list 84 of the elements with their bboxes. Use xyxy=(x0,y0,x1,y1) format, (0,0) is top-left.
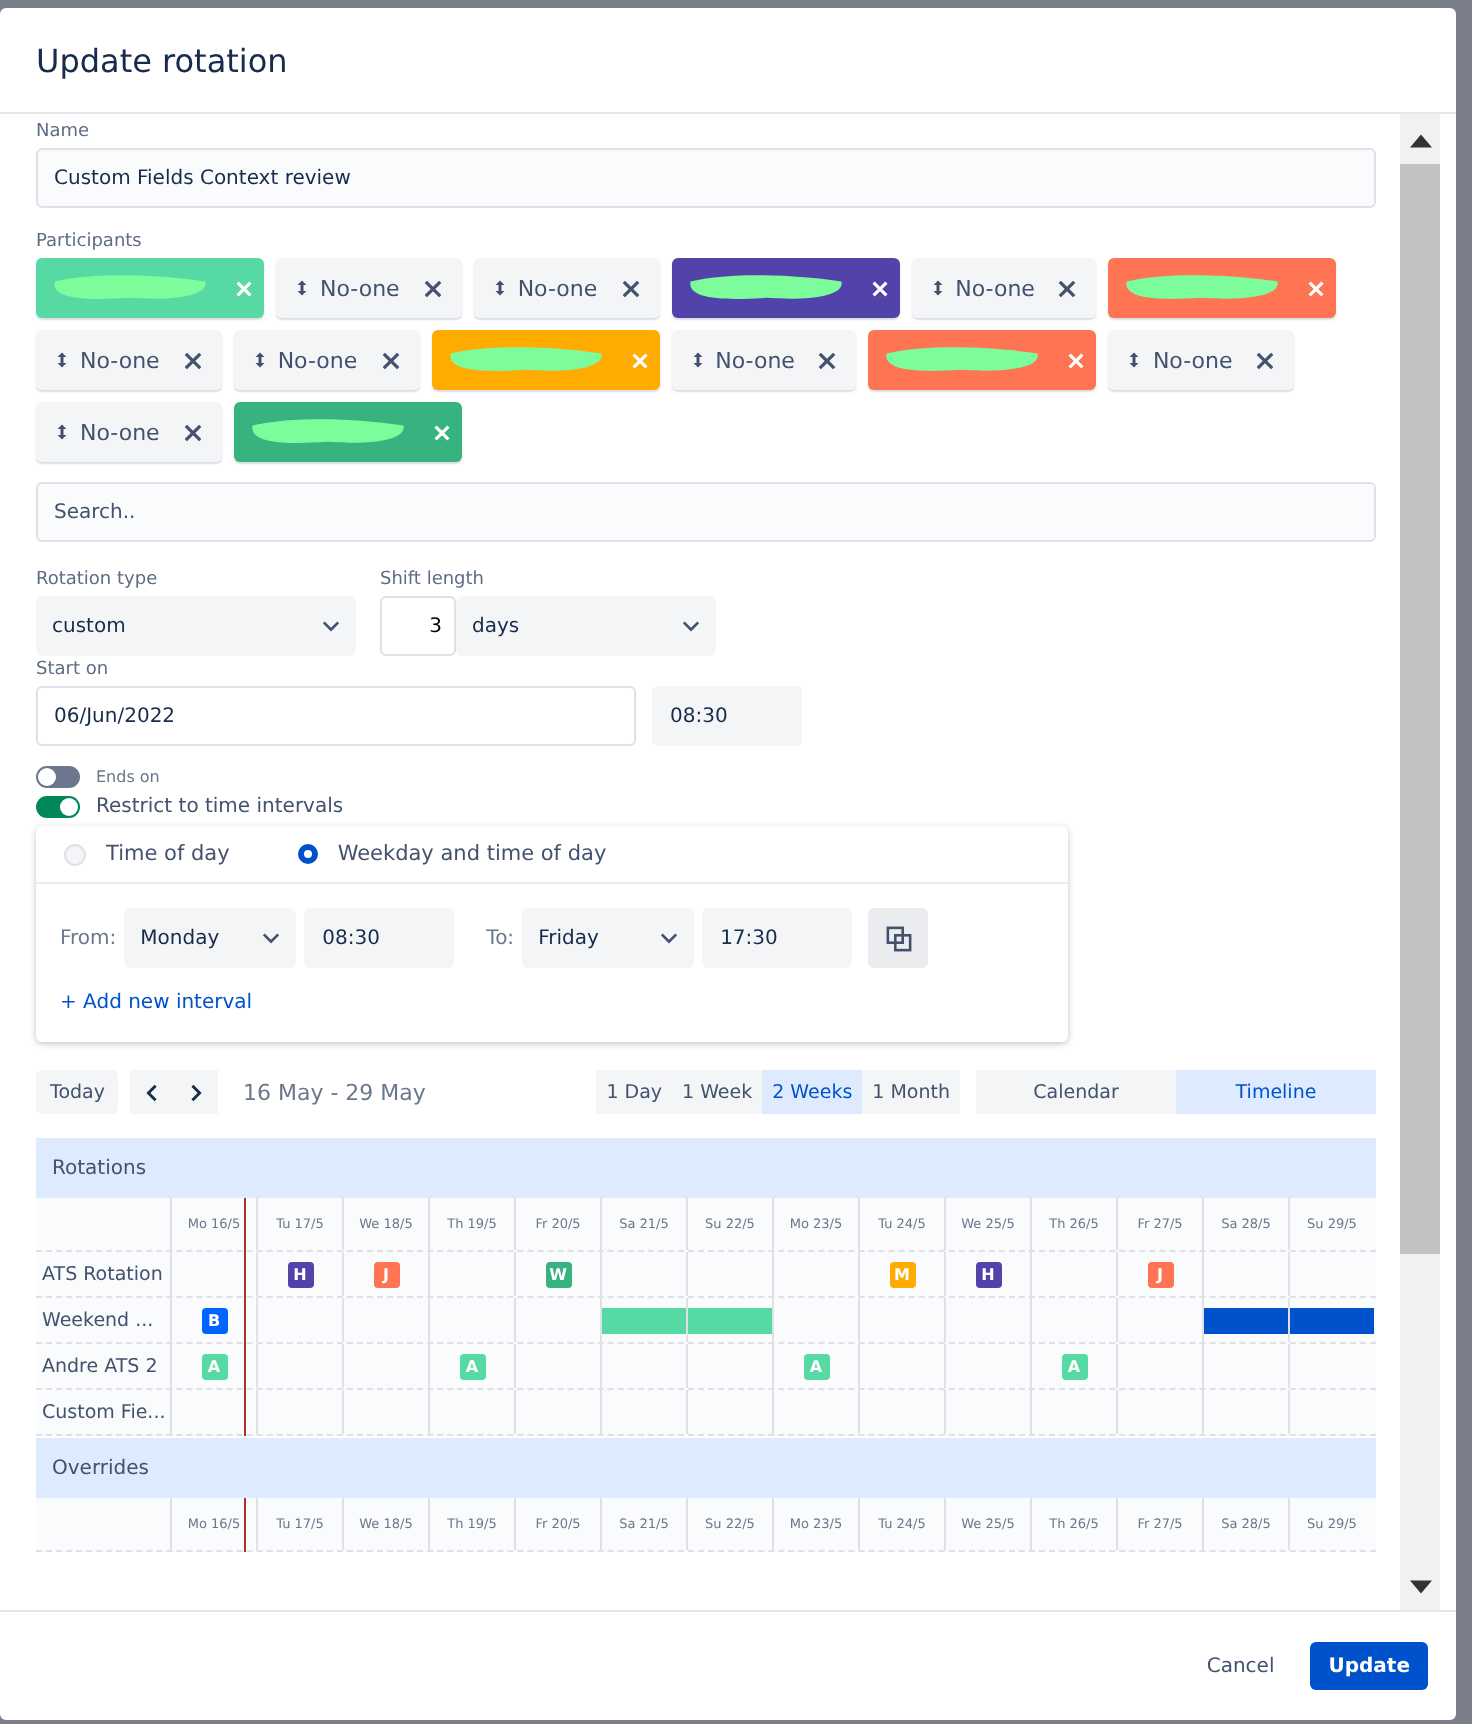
next-button[interactable] xyxy=(174,1070,219,1114)
participant-chip[interactable] xyxy=(671,258,900,318)
rotation-name: Custom Fie... xyxy=(40,1399,168,1427)
drag-handle-icon[interactable] xyxy=(691,350,704,370)
participant-chip[interactable]: No-one xyxy=(36,330,222,390)
today-button[interactable]: Today xyxy=(36,1070,119,1114)
search-field[interactable]: Search.. xyxy=(36,482,1376,542)
to-day-select[interactable]: Friday xyxy=(522,908,695,968)
drag-handle-icon[interactable] xyxy=(253,350,266,370)
date-range: 16 May - 29 May xyxy=(242,1079,426,1105)
shift-badge[interactable]: H xyxy=(287,1261,313,1287)
remove-icon[interactable] xyxy=(423,279,442,297)
participant-chip[interactable]: No-one xyxy=(473,258,660,318)
field-label: Shift length xyxy=(380,570,487,590)
name-field[interactable]: Custom Fields Context review xyxy=(36,148,1376,208)
field-label: Name xyxy=(36,122,90,142)
shift-count-field[interactable]: 3 xyxy=(380,596,456,656)
remove-icon[interactable] xyxy=(1256,351,1275,369)
copy-button[interactable] xyxy=(868,908,929,968)
remove-icon[interactable] xyxy=(621,279,640,297)
add-interval-link[interactable]: + Add new interval xyxy=(36,980,277,1042)
to-time-field[interactable]: 17:30 xyxy=(702,908,853,968)
span-tab[interactable]: 2 Weeks xyxy=(762,1070,863,1114)
time-field[interactable]: 08:30 xyxy=(652,686,802,746)
section-title: Rotations xyxy=(52,1157,147,1179)
chevron-down-icon xyxy=(262,932,281,944)
participant-chip[interactable]: No-one xyxy=(233,330,420,390)
section-title: Overrides xyxy=(52,1457,149,1479)
remove-icon[interactable] xyxy=(183,423,202,441)
chevron-right-icon xyxy=(190,1083,203,1101)
from-day-select[interactable]: Monday xyxy=(124,908,297,968)
from-time-field[interactable]: 08:30 xyxy=(304,908,455,968)
chevron-left-icon xyxy=(146,1083,159,1101)
drag-handle-icon[interactable] xyxy=(493,278,506,298)
shift-badge[interactable]: B xyxy=(201,1307,227,1333)
from-label: From: xyxy=(60,927,117,949)
participant-chip[interactable]: No-one xyxy=(1108,330,1295,390)
remove-icon[interactable] xyxy=(183,351,202,369)
participant-chip[interactable]: No-one xyxy=(911,258,1097,318)
cancel-button[interactable]: Cancel xyxy=(1194,1653,1287,1679)
rotation-name: Weekend ... xyxy=(40,1307,156,1335)
remove-icon[interactable] xyxy=(818,351,837,369)
participant-chip[interactable]: No-one xyxy=(276,258,462,318)
scrollbar-thumb[interactable] xyxy=(1400,164,1440,1254)
drag-handle-icon[interactable] xyxy=(296,278,308,298)
span-tab[interactable]: 1 Week xyxy=(672,1070,763,1114)
update-button[interactable]: Update xyxy=(1310,1642,1428,1690)
date-field[interactable]: 06/Jun/2022 xyxy=(36,686,636,746)
previous-button[interactable] xyxy=(130,1070,175,1114)
shift-badge[interactable]: H xyxy=(975,1261,1001,1287)
restrict-toggle[interactable] xyxy=(36,796,80,818)
view-tab[interactable]: Calendar xyxy=(976,1070,1176,1114)
scroll-down-icon[interactable] xyxy=(1409,1580,1431,1594)
view-tab[interactable]: Timeline xyxy=(1176,1070,1376,1114)
chevron-down-icon xyxy=(682,620,700,632)
field-label: Rotation type xyxy=(36,570,160,590)
field-label: Participants xyxy=(36,232,142,252)
participant-chip[interactable]: No-one xyxy=(671,330,857,390)
chevron-down-icon xyxy=(322,620,340,632)
rotation-name: Andre ATS 2 xyxy=(40,1353,160,1381)
shift-unit-select[interactable]: days xyxy=(456,596,716,656)
rotation-type-select[interactable]: custom xyxy=(36,596,356,656)
current-time-line xyxy=(244,1498,246,1552)
drag-handle-icon[interactable] xyxy=(1128,350,1141,370)
chevron-down-icon xyxy=(660,932,679,944)
scroll-up-icon[interactable] xyxy=(1409,134,1431,148)
ends-on-toggle[interactable] xyxy=(36,766,80,788)
mode-radio[interactable]: Weekday and time of day xyxy=(297,842,607,866)
span-tab[interactable]: 1 Day xyxy=(596,1070,673,1114)
copy-icon xyxy=(885,925,912,951)
dialog-title: Update rotation xyxy=(36,41,288,79)
mode-radio[interactable]: Time of day xyxy=(64,842,230,866)
remove-icon[interactable] xyxy=(381,351,400,369)
drag-handle-icon[interactable] xyxy=(56,422,68,442)
to-label: To: xyxy=(486,927,515,949)
field-label: Start on xyxy=(36,660,109,680)
participant-chip[interactable]: No-one xyxy=(36,402,222,462)
drag-handle-icon[interactable] xyxy=(56,350,68,370)
toggle-label: Restrict to time intervals xyxy=(96,796,344,818)
drag-handle-icon[interactable] xyxy=(931,278,944,298)
rotation-name: ATS Rotation xyxy=(40,1261,165,1289)
remove-icon[interactable] xyxy=(1058,279,1077,297)
toggle-label: Ends on xyxy=(96,768,160,786)
span-tab[interactable]: 1 Month xyxy=(862,1070,960,1114)
